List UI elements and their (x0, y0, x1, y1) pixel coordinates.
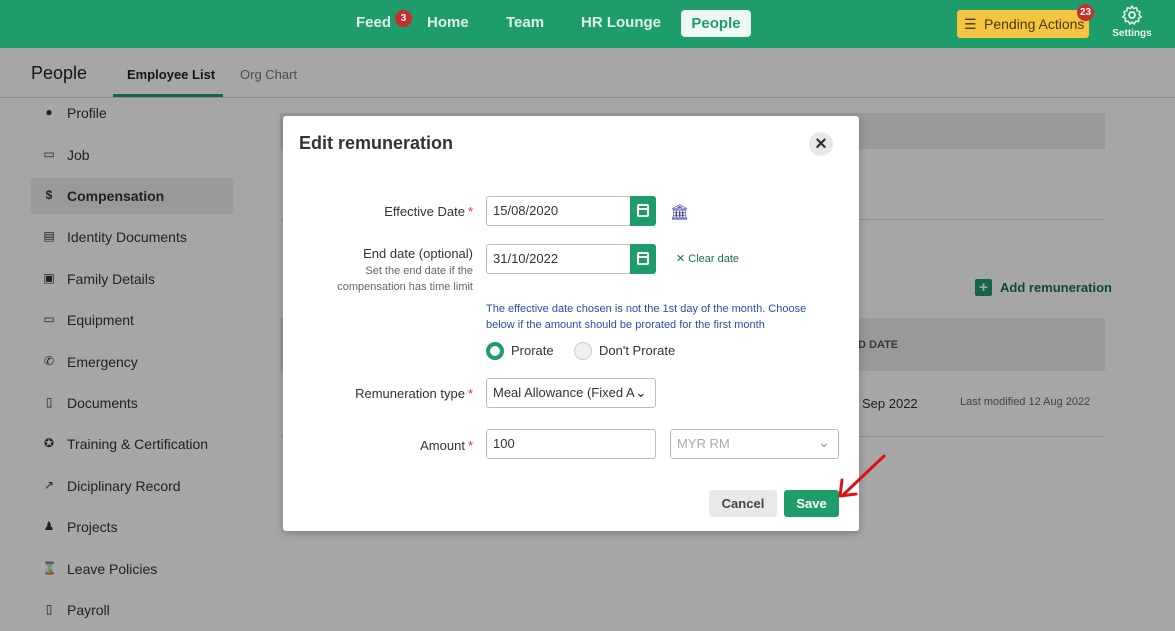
currency-select[interactable]: MYR RM (670, 429, 839, 459)
nav-home[interactable]: Home (427, 14, 469, 31)
bank-icon[interactable]: 🏛 (670, 203, 689, 221)
effective-date-calendar-button[interactable] (630, 196, 656, 226)
remuneration-type-select[interactable]: Meal Allowance (Fixed A (486, 378, 656, 408)
nav-hr-lounge[interactable]: HR Lounge (581, 14, 661, 31)
prorate-label: Prorate (511, 343, 554, 358)
dialog-title: Edit remuneration (299, 133, 454, 153)
feed-notification-badge: 3 (395, 10, 412, 27)
annotation-arrow-icon (838, 454, 886, 498)
dont-prorate-radio[interactable] (574, 342, 592, 360)
end-date-help-line-2: compensation has time limit (337, 281, 473, 293)
settings-button[interactable]: Settings (1110, 4, 1154, 39)
end-date-label: End date (optional) (363, 246, 473, 261)
notice-line-1: The effective date chosen is not the 1st… (486, 303, 807, 315)
prorate-notice: The effective date chosen is not the 1st… (486, 301, 826, 333)
clear-date-link[interactable]: ✕ Clear date (676, 252, 739, 265)
amount-input[interactable]: 100 (486, 429, 656, 459)
effective-date-input[interactable]: 15/08/2020 (486, 196, 631, 226)
chevron-down-icon: ⌄ (818, 434, 830, 450)
end-date-input[interactable]: 31/10/2022 (486, 244, 631, 274)
pending-actions-badge: 23 (1077, 4, 1094, 21)
remuneration-type-label: Remuneration type * (355, 386, 473, 401)
nav-team[interactable]: Team (506, 14, 544, 31)
gear-icon (1122, 5, 1142, 25)
edit-remuneration-dialog: Edit remuneration × Effective Date * 15/0… (283, 116, 859, 531)
pending-actions-button[interactable]: ☰ Pending Actions (957, 10, 1089, 38)
prorate-radio[interactable] (486, 342, 504, 360)
chevron-down-icon: ⌄ (635, 384, 647, 400)
close-button[interactable]: × (809, 132, 833, 156)
calendar-icon (637, 204, 649, 217)
amount-label: Amount * (420, 438, 473, 453)
checklist-icon: ☰ (964, 16, 977, 32)
top-nav-bar: Feed 3 Home Team HR Lounge People ☰ Pend… (0, 0, 1175, 48)
notice-line-2: below if the amount should be prorated f… (486, 319, 765, 331)
remuneration-type-value: Meal Allowance (Fixed A (493, 385, 635, 400)
nav-people[interactable]: People (681, 10, 751, 37)
currency-value: MYR RM (677, 436, 730, 451)
effective-date-label: Effective Date * (384, 204, 473, 219)
end-date-help-line-1: Set the end date if the (365, 265, 473, 277)
clear-date-label: Clear date (688, 253, 740, 265)
nav-feed[interactable]: Feed (356, 14, 391, 31)
settings-label: Settings (1112, 28, 1152, 39)
end-date-calendar-button[interactable] (630, 244, 656, 274)
dont-prorate-label: Don't Prorate (599, 343, 676, 358)
calendar-icon (637, 252, 649, 265)
cancel-button[interactable]: Cancel (709, 490, 777, 517)
close-icon: × (815, 133, 827, 155)
pending-actions-label: Pending Actions (984, 16, 1085, 32)
close-icon: ✕ (676, 253, 689, 265)
